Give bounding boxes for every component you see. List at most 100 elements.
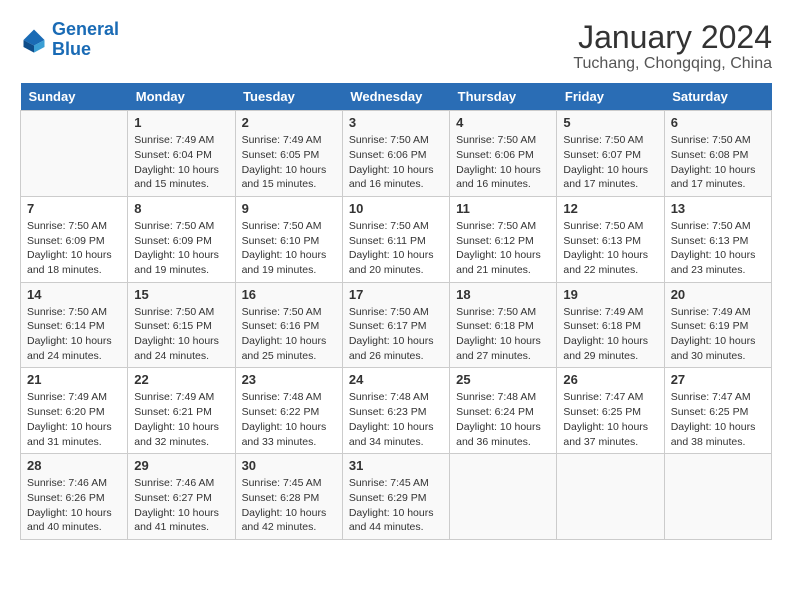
day-info: Sunrise: 7:46 AM Sunset: 6:27 PM Dayligh… (134, 476, 228, 535)
calendar-week-row: 21 Sunrise: 7:49 AM Sunset: 6:20 PM Dayli… (21, 368, 772, 454)
page-header: General Blue January 2024 Tuchang, Chong… (20, 20, 772, 73)
day-info: Sunrise: 7:47 AM Sunset: 6:25 PM Dayligh… (671, 390, 765, 449)
day-number: 29 (134, 458, 228, 473)
calendar-cell: 5 Sunrise: 7:50 AM Sunset: 6:07 PM Daylig… (557, 111, 664, 197)
calendar-cell (450, 454, 557, 540)
calendar-week-row: 28 Sunrise: 7:46 AM Sunset: 6:26 PM Dayli… (21, 454, 772, 540)
day-of-week-header: Sunday (21, 83, 128, 111)
day-info: Sunrise: 7:48 AM Sunset: 6:24 PM Dayligh… (456, 390, 550, 449)
day-info: Sunrise: 7:45 AM Sunset: 6:28 PM Dayligh… (242, 476, 336, 535)
calendar-week-row: 7 Sunrise: 7:50 AM Sunset: 6:09 PM Daylig… (21, 196, 772, 282)
day-info: Sunrise: 7:49 AM Sunset: 6:04 PM Dayligh… (134, 133, 228, 192)
day-info: Sunrise: 7:50 AM Sunset: 6:10 PM Dayligh… (242, 219, 336, 278)
day-info: Sunrise: 7:50 AM Sunset: 6:15 PM Dayligh… (134, 305, 228, 364)
day-info: Sunrise: 7:49 AM Sunset: 6:20 PM Dayligh… (27, 390, 121, 449)
calendar-cell: 12Sunrise: 7:50 AM Sunset: 6:13 PM Dayli… (557, 196, 664, 282)
day-number: 7 (27, 201, 121, 216)
day-number: 8 (134, 201, 228, 216)
calendar-week-row: 14 Sunrise: 7:50 AM Sunset: 6:14 PM Dayli… (21, 282, 772, 368)
day-info: Sunrise: 7:50 AM Sunset: 6:11 PM Dayligh… (349, 219, 443, 278)
day-number: 10 (349, 201, 443, 216)
day-info: Sunrise: 7:50 AM Sunset: 6:09 PM Dayligh… (27, 219, 121, 278)
day-number: 26 (563, 372, 657, 387)
day-number: 15 (134, 287, 228, 302)
day-info: Sunrise: 7:50 AM Sunset: 6:12 PM Dayligh… (456, 219, 550, 278)
calendar-cell: 22 Sunrise: 7:49 AM Sunset: 6:21 PM Dayli… (128, 368, 235, 454)
calendar-cell: 24 Sunrise: 7:48 AM Sunset: 6:23 PM Dayli… (342, 368, 449, 454)
day-number: 25 (456, 372, 550, 387)
calendar-cell: 19Sunrise: 7:49 AM Sunset: 6:18 PM Dayli… (557, 282, 664, 368)
day-number: 20 (671, 287, 765, 302)
day-info: Sunrise: 7:50 AM Sunset: 6:08 PM Dayligh… (671, 133, 765, 192)
day-number: 18 (456, 287, 550, 302)
calendar-cell: 15 Sunrise: 7:50 AM Sunset: 6:15 PM Dayli… (128, 282, 235, 368)
day-number: 23 (242, 372, 336, 387)
logo-line1: General (52, 20, 119, 40)
calendar-cell: 17Sunrise: 7:50 AM Sunset: 6:17 PM Dayli… (342, 282, 449, 368)
day-of-week-header: Friday (557, 83, 664, 111)
calendar-cell: 28 Sunrise: 7:46 AM Sunset: 6:26 PM Dayli… (21, 454, 128, 540)
day-number: 22 (134, 372, 228, 387)
calendar-cell: 27 Sunrise: 7:47 AM Sunset: 6:25 PM Dayli… (664, 368, 771, 454)
day-of-week-header: Wednesday (342, 83, 449, 111)
day-info: Sunrise: 7:48 AM Sunset: 6:22 PM Dayligh… (242, 390, 336, 449)
logo-line2: Blue (52, 40, 119, 60)
logo: General Blue (20, 20, 119, 60)
day-info: Sunrise: 7:47 AM Sunset: 6:25 PM Dayligh… (563, 390, 657, 449)
calendar-cell: 7 Sunrise: 7:50 AM Sunset: 6:09 PM Daylig… (21, 196, 128, 282)
calendar-cell: 14 Sunrise: 7:50 AM Sunset: 6:14 PM Dayli… (21, 282, 128, 368)
day-number: 28 (27, 458, 121, 473)
calendar-cell: 26 Sunrise: 7:47 AM Sunset: 6:25 PM Dayli… (557, 368, 664, 454)
day-number: 14 (27, 287, 121, 302)
day-info: Sunrise: 7:50 AM Sunset: 6:06 PM Dayligh… (349, 133, 443, 192)
day-number: 13 (671, 201, 765, 216)
calendar-cell: 23 Sunrise: 7:48 AM Sunset: 6:22 PM Dayli… (235, 368, 342, 454)
calendar-cell: 11Sunrise: 7:50 AM Sunset: 6:12 PM Dayli… (450, 196, 557, 282)
day-number: 6 (671, 115, 765, 130)
day-of-week-header: Thursday (450, 83, 557, 111)
day-info: Sunrise: 7:50 AM Sunset: 6:13 PM Dayligh… (671, 219, 765, 278)
calendar-cell: 31Sunrise: 7:45 AM Sunset: 6:29 PM Dayli… (342, 454, 449, 540)
day-info: Sunrise: 7:50 AM Sunset: 6:06 PM Dayligh… (456, 133, 550, 192)
calendar-cell: 8 Sunrise: 7:50 AM Sunset: 6:09 PM Daylig… (128, 196, 235, 282)
calendar-cell (21, 111, 128, 197)
day-number: 16 (242, 287, 336, 302)
calendar-cell: 21 Sunrise: 7:49 AM Sunset: 6:20 PM Dayli… (21, 368, 128, 454)
day-info: Sunrise: 7:50 AM Sunset: 6:07 PM Dayligh… (563, 133, 657, 192)
day-info: Sunrise: 7:50 AM Sunset: 6:09 PM Dayligh… (134, 219, 228, 278)
day-number: 27 (671, 372, 765, 387)
day-info: Sunrise: 7:50 AM Sunset: 6:13 PM Dayligh… (563, 219, 657, 278)
day-of-week-header: Monday (128, 83, 235, 111)
calendar-cell: 2Sunrise: 7:49 AM Sunset: 6:05 PM Daylig… (235, 111, 342, 197)
calendar-cell: 13 Sunrise: 7:50 AM Sunset: 6:13 PM Dayli… (664, 196, 771, 282)
day-number: 21 (27, 372, 121, 387)
day-info: Sunrise: 7:50 AM Sunset: 6:16 PM Dayligh… (242, 305, 336, 364)
day-info: Sunrise: 7:46 AM Sunset: 6:26 PM Dayligh… (27, 476, 121, 535)
calendar-cell: 3 Sunrise: 7:50 AM Sunset: 6:06 PM Daylig… (342, 111, 449, 197)
header-row: SundayMondayTuesdayWednesdayThursdayFrid… (21, 83, 772, 111)
day-number: 5 (563, 115, 657, 130)
calendar-cell: 20Sunrise: 7:49 AM Sunset: 6:19 PM Dayli… (664, 282, 771, 368)
day-of-week-header: Tuesday (235, 83, 342, 111)
day-info: Sunrise: 7:50 AM Sunset: 6:14 PM Dayligh… (27, 305, 121, 364)
calendar-cell (664, 454, 771, 540)
calendar-cell: 25 Sunrise: 7:48 AM Sunset: 6:24 PM Dayli… (450, 368, 557, 454)
calendar-cell: 30Sunrise: 7:45 AM Sunset: 6:28 PM Dayli… (235, 454, 342, 540)
title-block: January 2024 Tuchang, Chongqing, China (573, 20, 772, 73)
calendar-cell: 10 Sunrise: 7:50 AM Sunset: 6:11 PM Dayli… (342, 196, 449, 282)
logo-icon (20, 26, 48, 54)
day-info: Sunrise: 7:49 AM Sunset: 6:05 PM Dayligh… (242, 133, 336, 192)
day-info: Sunrise: 7:50 AM Sunset: 6:18 PM Dayligh… (456, 305, 550, 364)
day-number: 3 (349, 115, 443, 130)
day-of-week-header: Saturday (664, 83, 771, 111)
calendar-cell: 6 Sunrise: 7:50 AM Sunset: 6:08 PM Daylig… (664, 111, 771, 197)
month-year: January 2024 (573, 20, 772, 55)
day-number: 31 (349, 458, 443, 473)
day-info: Sunrise: 7:48 AM Sunset: 6:23 PM Dayligh… (349, 390, 443, 449)
day-number: 24 (349, 372, 443, 387)
location: Tuchang, Chongqing, China (573, 55, 772, 73)
calendar-cell: 29 Sunrise: 7:46 AM Sunset: 6:27 PM Dayli… (128, 454, 235, 540)
day-number: 9 (242, 201, 336, 216)
day-number: 17 (349, 287, 443, 302)
day-info: Sunrise: 7:49 AM Sunset: 6:21 PM Dayligh… (134, 390, 228, 449)
